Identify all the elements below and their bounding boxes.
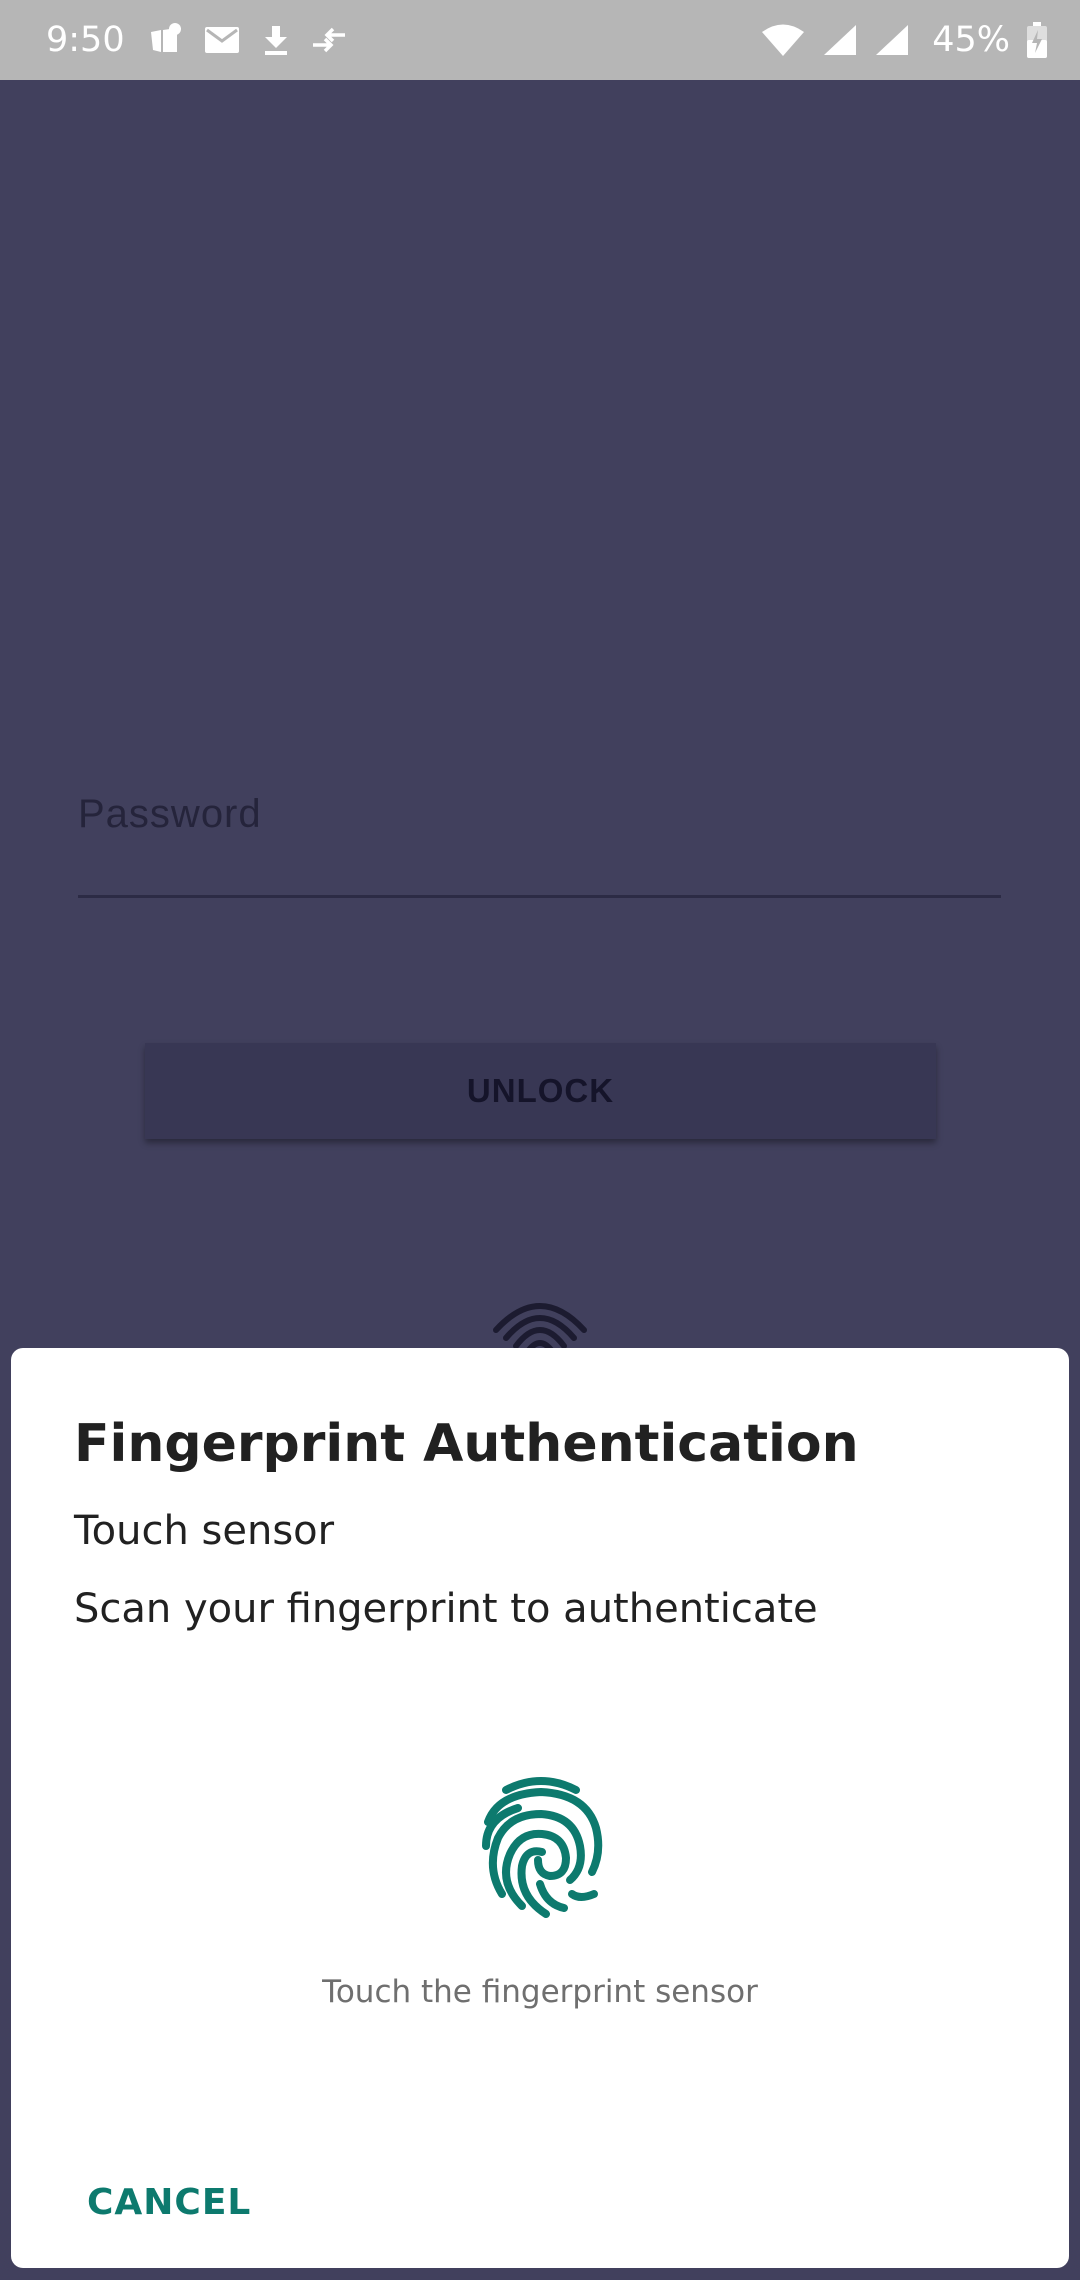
wifi-icon	[762, 24, 805, 56]
screen: 9:50 45% Password UNLOCK Fingerprint Aut…	[0, 0, 1080, 2280]
battery-charging-icon	[1027, 22, 1047, 58]
password-placeholder: Password	[78, 792, 262, 836]
system-icons: 45%	[760, 20, 1048, 60]
dialog-title: Fingerprint Authentication	[74, 1414, 859, 1474]
signal-icon	[824, 25, 857, 55]
status-time: 9:50	[46, 20, 125, 60]
dialog-description: Scan your fingerprint to authenticate	[74, 1586, 818, 1632]
email-icon	[204, 27, 239, 53]
dialog-subtitle: Touch sensor	[74, 1508, 335, 1554]
download-icon	[264, 26, 287, 55]
background-fingerprint-icon	[488, 1288, 592, 1348]
fingerprint-status-text: Touch the fingerprint sensor	[322, 1974, 758, 2010]
app-notification-icon	[150, 23, 181, 52]
battery-percentage: 45%	[932, 20, 1010, 60]
signal-icon	[876, 25, 909, 55]
notification-icons	[147, 22, 347, 58]
status-bar: 9:50 45%	[0, 0, 1080, 80]
data-transfer-icon	[312, 27, 345, 53]
fingerprint-dialog: Fingerprint Authentication Touch sensor …	[11, 1348, 1069, 2268]
unlock-button[interactable]: UNLOCK	[145, 1043, 936, 1139]
fingerprint-icon	[482, 1777, 603, 1918]
password-field[interactable]: Password	[78, 780, 1001, 898]
cancel-button[interactable]: CANCEL	[71, 2176, 267, 2229]
